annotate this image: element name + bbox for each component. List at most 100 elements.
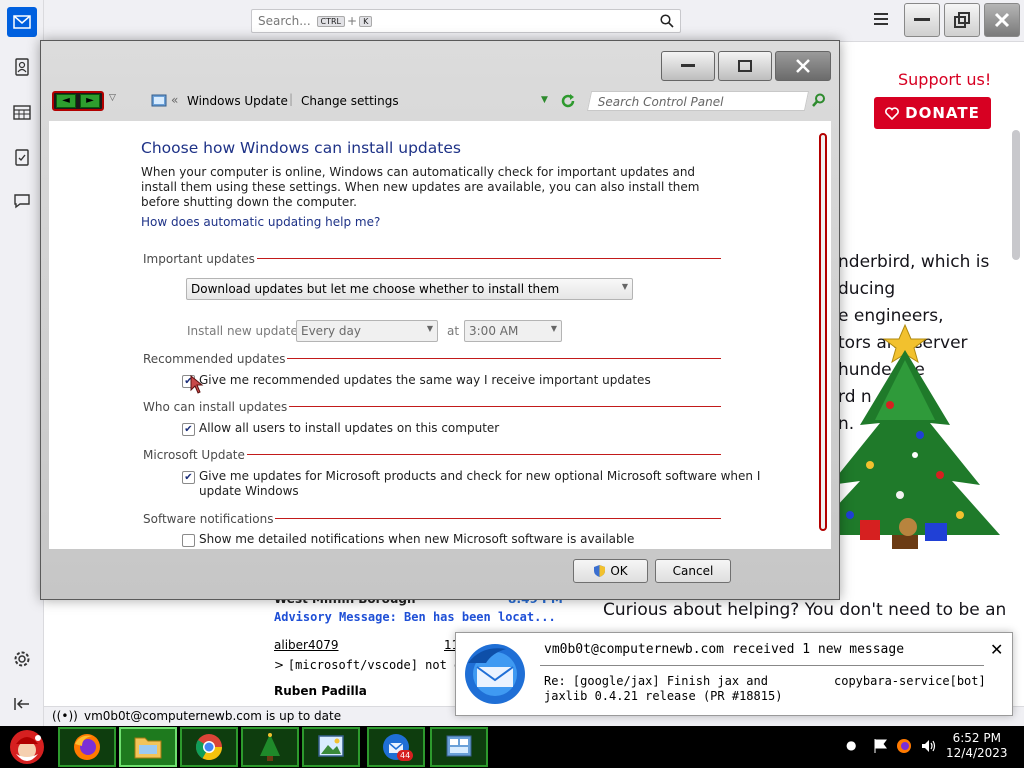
dialog-minimize-button[interactable] [661,51,715,81]
system-clock[interactable]: 6:52 PM 12/4/2023 [946,731,1008,761]
taskbar-control-panel[interactable] [430,727,488,767]
tb-minimize-button[interactable] [904,3,940,37]
control-panel-icon [446,735,472,757]
mail-space-button[interactable] [7,7,37,37]
global-search-input[interactable]: Search... CTRL + K [251,9,681,33]
control-panel-search-input[interactable]: Search Control Panel [586,91,810,111]
page-text-line: ducing [838,279,896,299]
back-arrow-icon: ◄ [62,95,70,106]
forward-button[interactable]: ► [80,94,100,108]
tray-firefox-icon[interactable] [896,738,912,757]
recommended-updates-label[interactable]: Give me recommended updates the same way… [199,373,651,388]
support-us-text: Support us! [898,70,992,89]
volume-icon[interactable] [920,738,936,757]
taskbar-chrome[interactable] [180,727,238,767]
message-subject[interactable]: > [microsoft/vscode] not end [274,658,476,672]
chevron-down-icon: ▼ [426,324,433,333]
recent-pages-chevron-icon[interactable]: ▽ [109,93,116,103]
taskbar: 44 ● 6:52 PM 12/4/2023 [0,726,1024,768]
collapse-spaces-button[interactable] [7,689,37,719]
unified-toolbar: Search... CTRL + K [44,0,1024,42]
breadcrumb-change-settings[interactable]: Change settings [301,94,399,108]
clock-time: 6:52 PM [952,731,1001,745]
photo-icon [318,735,344,757]
install-time-select[interactable]: 3:00 AM ▼ [464,320,562,342]
software-notifications-label[interactable]: Show me detailed notifications when new … [199,532,634,547]
message-sender[interactable]: aliber4079 [274,638,339,652]
folder-icon [134,737,162,759]
minimize-icon [681,64,695,67]
address-book-button[interactable] [7,52,37,82]
back-button[interactable]: ◄ [56,94,76,108]
tasks-button[interactable] [7,142,37,172]
donate-button[interactable]: DONATE [874,97,991,129]
clock-date: 12/4/2023 [946,746,1008,760]
status-text: vm0b0t@computernewb.com is up to date [84,709,342,723]
message-subject[interactable]: Advisory Message: Ben has been locat... [274,610,556,624]
tb-close-button[interactable] [984,3,1020,37]
ok-button[interactable]: OK [573,559,648,583]
christmas-tree-icon [260,733,280,761]
taskbar-thunderbird[interactable]: 44 [367,727,425,767]
calendar-icon [13,105,31,120]
notification-divider [540,665,984,666]
mail-icon [13,15,31,29]
tasks-icon [15,149,29,166]
dialog-maximize-button[interactable] [718,51,772,81]
microsoft-update-checkbox[interactable]: ✔ [182,471,195,484]
collapse-left-icon [14,698,29,710]
refresh-icon[interactable] [560,93,576,109]
breadcrumb-windows-update[interactable]: Windows Update [187,94,288,108]
help-link[interactable]: How does automatic updating help me? [141,215,380,229]
curious-text: Curious about helping? You don't need to… [603,600,1007,620]
close-icon [994,12,1010,28]
microsoft-update-label-line1[interactable]: Give me updates for Microsoft products a… [199,469,760,484]
close-icon[interactable]: ✕ [990,640,1003,659]
address-bar[interactable]: « Windows Update | Change settings [149,91,579,113]
software-notifications-checkbox[interactable] [182,534,195,547]
nav-buttons: ◄ ► [52,91,104,111]
address-dropdown-icon[interactable]: ▼ [541,95,548,105]
notification-subject[interactable]: Re: [google/jax] Finish jax and jaxlib 0… [544,674,814,704]
tray-dot-icon[interactable]: ● [846,738,856,752]
app-menu-icon[interactable] [874,13,888,28]
settings-button[interactable] [7,644,37,674]
search-icon[interactable] [812,93,826,107]
taskbar-photo-viewer[interactable] [302,727,360,767]
microsoft-update-label-line2[interactable]: update Windows [199,484,299,499]
calendar-button[interactable] [7,97,37,127]
start-button[interactable] [4,727,50,767]
mouse-cursor-icon [190,375,204,394]
gear-icon [14,651,30,667]
important-updates-select[interactable]: Download updates but let me choose wheth… [186,278,633,300]
firefox-icon [74,734,100,760]
chat-button[interactable] [7,186,37,216]
page-scrollbar[interactable] [1012,130,1020,260]
heart-icon [885,106,900,120]
unread-count-badge: 44 [397,750,414,761]
thread-expand-icon[interactable]: > [274,658,284,672]
allow-all-users-checkbox[interactable]: ✔ [182,423,195,436]
new-mail-notification[interactable]: vm0b0t@computernewb.com received 1 new m… [455,632,1013,716]
dialog-close-button[interactable] [775,51,831,81]
checkmark-icon: ✔ [184,471,193,483]
tb-restore-button[interactable] [944,3,980,37]
chevron-down-icon: ▼ [621,282,628,291]
santa-start-icon [10,730,44,764]
tray-flag-icon[interactable] [873,738,889,757]
search-placeholder: Search... CTRL + K [258,14,374,28]
allow-all-users-label[interactable]: Allow all users to install updates on th… [199,421,499,436]
important-updates-header: Important updates [143,252,257,266]
install-day-select[interactable]: Every day ▼ [296,320,438,342]
chat-icon [14,194,30,209]
content-scrollbar[interactable] [819,133,827,531]
taskbar-christmas-tree[interactable] [241,727,299,767]
forward-arrow-icon: ► [86,95,94,106]
cancel-button[interactable]: Cancel [655,559,731,583]
message-sender[interactable]: Ruben Padilla [274,684,367,698]
taskbar-firefox[interactable] [58,727,116,767]
microsoft-update-header: Microsoft Update [143,448,247,462]
taskbar-file-explorer[interactable] [119,727,177,767]
online-status-icon[interactable]: ((•)) [52,709,78,723]
breadcrumb-chevron-icon[interactable]: « [171,93,178,107]
